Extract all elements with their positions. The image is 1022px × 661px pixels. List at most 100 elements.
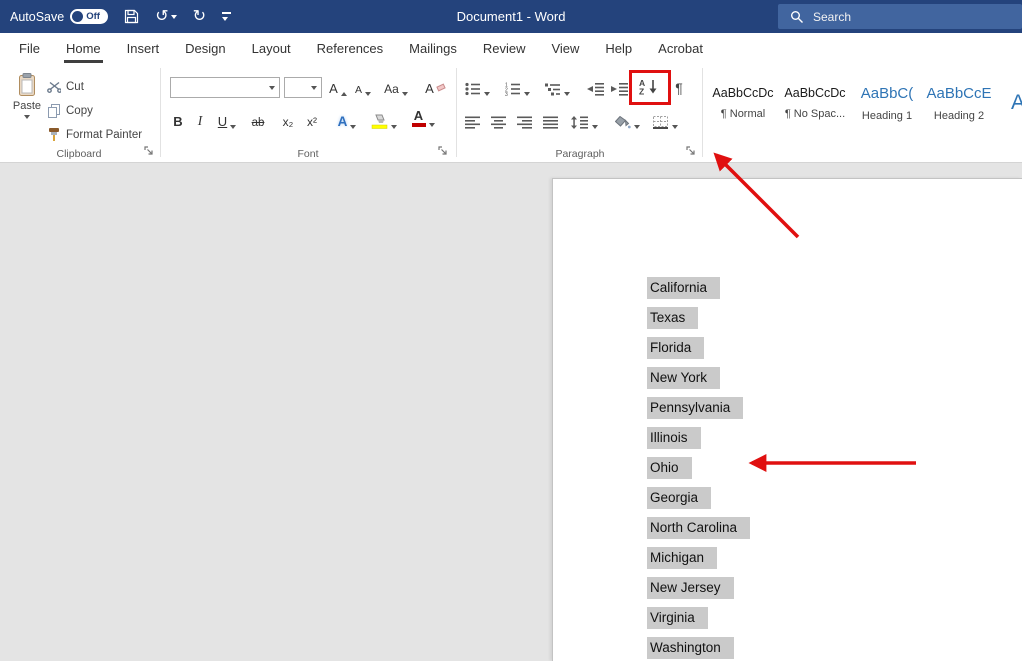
numbering-button[interactable]: 1 2 3 bbox=[502, 76, 532, 98]
clipboard-icon bbox=[19, 73, 35, 96]
selected-line-text[interactable]: New Jersey bbox=[647, 577, 734, 599]
superscript-button[interactable]: x² bbox=[301, 109, 323, 131]
subscript-button[interactable]: x₂ bbox=[277, 109, 299, 131]
show-formatting-marks-button[interactable]: ¶ bbox=[670, 76, 688, 98]
strikethrough-button[interactable]: ab bbox=[247, 109, 269, 131]
align-center-button[interactable] bbox=[488, 109, 510, 131]
copy-button[interactable]: Copy bbox=[47, 100, 93, 121]
text-line: Florida bbox=[647, 337, 750, 367]
chevron-down-icon bbox=[633, 125, 640, 129]
cut-button[interactable]: Cut bbox=[47, 76, 84, 97]
autosave-toggle[interactable]: AutoSave Off bbox=[10, 9, 109, 24]
borders-icon bbox=[652, 116, 668, 129]
format-painter-label: Format Painter bbox=[66, 128, 143, 141]
style-preview: AaBbCcDc bbox=[712, 86, 774, 100]
tab-design[interactable]: Design bbox=[172, 33, 238, 63]
group-divider bbox=[160, 68, 161, 157]
shading-button[interactable] bbox=[612, 109, 642, 131]
chevron-down-icon bbox=[230, 125, 237, 129]
tab-file[interactable]: File bbox=[6, 33, 53, 63]
style-partial[interactable]: A bbox=[998, 71, 1022, 135]
format-painter-button[interactable]: Format Painter bbox=[47, 124, 142, 145]
selected-line-text[interactable]: New York bbox=[647, 367, 721, 389]
style-heading-2[interactable]: AaBbCcE Heading 2 bbox=[926, 71, 992, 135]
bold-button[interactable]: B bbox=[169, 109, 187, 131]
chevron-down-icon bbox=[269, 85, 275, 90]
tab-mailings[interactable]: Mailings bbox=[396, 33, 470, 63]
increase-indent-button[interactable] bbox=[608, 76, 630, 98]
style-heading-1[interactable]: AaBbC( Heading 1 bbox=[854, 71, 920, 135]
clipboard-dialog-launcher[interactable] bbox=[144, 144, 154, 159]
multilevel-list-button[interactable] bbox=[542, 76, 572, 98]
style-no-spacing[interactable]: AaBbCcDc ¶ No Spac... bbox=[782, 71, 848, 135]
save-button[interactable] bbox=[124, 9, 139, 24]
selected-line-text[interactable]: Michigan bbox=[647, 547, 718, 569]
increase-font-size-button[interactable]: A bbox=[327, 76, 349, 98]
style-preview: AaBbCcE bbox=[926, 84, 992, 102]
increase-font-label: A bbox=[329, 81, 338, 96]
clear-formatting-button[interactable]: A bbox=[422, 76, 448, 98]
font-name-select[interactable] bbox=[170, 77, 280, 98]
text-line: Georgia bbox=[647, 487, 750, 517]
redo-button[interactable]: ↻ bbox=[193, 8, 206, 25]
undo-button[interactable]: ↺ bbox=[155, 8, 177, 25]
sort-button[interactable]: A Z bbox=[636, 75, 660, 97]
chevron-down-icon bbox=[365, 92, 371, 96]
style-preview: AaBbCcDc bbox=[784, 86, 846, 100]
tab-references[interactable]: References bbox=[304, 33, 396, 63]
search-box[interactable]: Search bbox=[778, 4, 1022, 29]
paragraph-dialog-launcher[interactable] bbox=[686, 144, 696, 159]
selected-line-text[interactable]: Georgia bbox=[647, 487, 712, 509]
copy-icon bbox=[48, 103, 60, 118]
numbered-list-icon: 1 2 3 bbox=[505, 83, 520, 96]
selected-line-text[interactable]: North Carolina bbox=[647, 517, 751, 539]
document-page[interactable]: California Texas Florida New York Pennsy… bbox=[552, 178, 1022, 661]
bullets-button[interactable] bbox=[462, 76, 492, 98]
tab-insert[interactable]: Insert bbox=[114, 33, 173, 63]
text-highlight-color-button[interactable] bbox=[368, 109, 400, 131]
tab-home[interactable]: Home bbox=[53, 33, 114, 63]
selected-line-text[interactable]: Washington bbox=[647, 637, 734, 659]
align-right-button[interactable] bbox=[514, 109, 536, 131]
selected-line-text[interactable]: Pennsylvania bbox=[647, 397, 744, 419]
paste-label: Paste bbox=[12, 100, 42, 112]
decrease-indent-icon bbox=[586, 83, 604, 96]
decrease-font-size-button[interactable]: A bbox=[352, 76, 374, 98]
borders-button[interactable] bbox=[650, 109, 680, 131]
italic-button[interactable]: I bbox=[192, 109, 208, 131]
line-spacing-button[interactable] bbox=[568, 109, 600, 131]
dialog-launcher-icon bbox=[686, 146, 695, 155]
tab-help[interactable]: Help bbox=[592, 33, 645, 63]
selected-line-text[interactable]: Florida bbox=[647, 337, 705, 359]
decrease-indent-button[interactable] bbox=[584, 76, 606, 98]
chevron-down-icon bbox=[24, 115, 30, 119]
font-dialog-launcher[interactable] bbox=[438, 144, 448, 159]
font-size-select[interactable] bbox=[284, 77, 322, 98]
paragraph-group-label: Paragraph bbox=[555, 148, 605, 160]
underline-button[interactable]: U bbox=[213, 109, 241, 131]
text-line: New Jersey bbox=[647, 577, 750, 607]
font-color-button[interactable]: A bbox=[406, 107, 440, 129]
tab-layout[interactable]: Layout bbox=[239, 33, 304, 63]
selected-line-text[interactable]: Ohio bbox=[647, 457, 692, 479]
selected-line-text[interactable]: Texas bbox=[647, 307, 699, 329]
sort-az-icon: A Z bbox=[639, 78, 656, 95]
selected-line-text[interactable]: Illinois bbox=[647, 427, 701, 449]
align-left-button[interactable] bbox=[462, 109, 484, 131]
selected-line-text[interactable]: Virginia bbox=[647, 607, 708, 629]
tab-review[interactable]: Review bbox=[470, 33, 539, 63]
selected-line-text[interactable]: California bbox=[647, 277, 721, 299]
customize-quick-access-button[interactable] bbox=[222, 12, 232, 21]
justify-button[interactable] bbox=[540, 109, 562, 131]
text-effects-button[interactable]: A bbox=[332, 109, 362, 131]
eraser-icon bbox=[436, 83, 446, 92]
change-case-button[interactable]: Aa bbox=[380, 76, 412, 98]
bulleted-list-icon bbox=[464, 82, 480, 96]
tab-acrobat[interactable]: Acrobat bbox=[645, 33, 716, 63]
save-icon bbox=[125, 9, 139, 24]
align-left-icon bbox=[465, 116, 480, 129]
paintbrush-icon bbox=[49, 127, 59, 141]
tab-view[interactable]: View bbox=[538, 33, 592, 63]
paste-button[interactable]: Paste bbox=[8, 73, 46, 149]
style-normal[interactable]: AaBbCcDc ¶ Normal bbox=[710, 71, 776, 135]
